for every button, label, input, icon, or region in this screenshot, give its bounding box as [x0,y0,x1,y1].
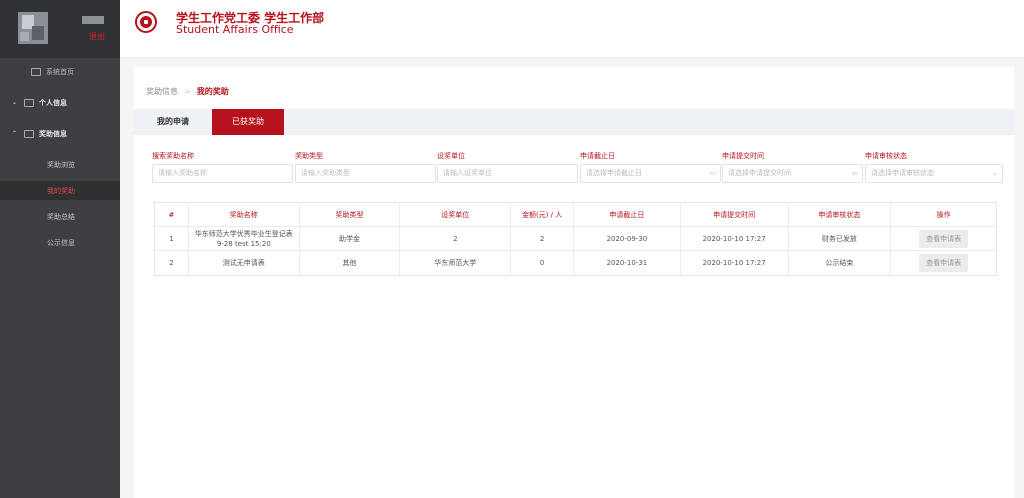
input-placeholder: 请选择申请审核状态 [871,169,934,177]
breadcrumb-current: 我的奖助 [196,87,229,96]
breadcrumb-separator: > [184,87,191,96]
review-status: 公示结束 [789,251,892,275]
award-unit: 华东师范大学 [400,251,512,275]
sidebar-item-award[interactable]: ⌃ 奖助信息 [0,124,120,143]
header-subtitle: Student Affairs Office [176,23,294,36]
deadline: 2020-09-30 [574,227,681,250]
sidebar-item-label: 系统首页 [46,67,74,76]
sidebar-item-label: 个人信息 [39,98,67,107]
main-panel: 奖助信息 > 我的奖助 我的申请 已获奖助 搜索奖助名称 请输入奖助名称 奖助类型 … [134,67,1014,498]
user-name-blurred [82,16,104,24]
review-status-select[interactable]: 请选择申请审核状态 ⌄ [865,164,1003,183]
input-placeholder: 请输入设奖单位 [443,169,492,177]
university-emblem-icon [135,11,157,33]
award-type-input[interactable]: 请输入奖助类型 [295,164,436,183]
table-row: 2 测试无申请表 其他 华东师范大学 0 2020-10-31 2020-10-… [155,251,996,275]
input-placeholder: 请选择申请截止日 [586,169,642,177]
filter-deadline: 申请截止日 请选择申请截止日 ▭ [580,151,721,183]
sidebar: 退出 系统首页 ⌄ 个人信息 ⌃ 奖助信息 奖助浏览 我的奖助 奖助总结 公示信… [0,0,120,498]
input-placeholder: 请输入奖助名称 [158,169,207,177]
column-header: 奖助名称 [189,203,300,226]
column-header: 申请截止日 [574,203,681,226]
filter-award-name: 搜索奖助名称 请输入奖助名称 [152,151,293,183]
review-status: 财务已发放 [789,227,892,250]
deadline-date-picker[interactable]: 请选择申请截止日 ▭ [580,164,721,183]
column-header: 设奖单位 [400,203,512,226]
sidebar-subitem-browse[interactable]: 奖助浏览 [0,155,120,174]
chevron-up-icon: ⌃ [12,130,18,137]
award-type: 其他 [300,251,401,275]
submit-time: 2020-10-10 17:27 [681,227,789,250]
logout-link[interactable]: 退出 [89,31,105,42]
row-number: 1 [155,227,189,250]
breadcrumb: 奖助信息 > 我的奖助 [146,86,229,97]
sidebar-subitem-my-award[interactable]: 我的奖助 [0,181,120,200]
view-application-button[interactable]: 查看申请表 [919,229,969,248]
table-row: 1 华东师范大学优秀毕业生登记表 9-28 test 15:20 助学金 2 2… [155,227,996,251]
input-placeholder: 请选择申请提交时间 [728,169,791,177]
trophy-icon [24,129,34,138]
header: 学生工作党工委 学生工作部 Student Affairs Office [120,0,1024,58]
column-header: 金额(元) / 人 [511,203,575,226]
submit-time: 2020-10-10 17:27 [681,251,789,275]
deadline: 2020-10-31 [574,251,681,275]
filter-review-status: 申请审核状态 请选择申请审核状态 ⌄ [865,151,1003,183]
tab-bar: 我的申请 已获奖助 [134,109,1014,135]
filter-label: 申请审核状态 [865,152,907,160]
award-name: 测试无申请表 [189,251,300,275]
award-amount: 2 [511,227,575,250]
table-header-row: # 奖助名称 奖助类型 设奖单位 金额(元) / 人 申请截止日 申请提交时间 … [155,203,996,227]
sidebar-nav: 系统首页 ⌄ 个人信息 ⌃ 奖助信息 奖助浏览 我的奖助 奖助总结 公示信息 [0,62,120,259]
action-cell: 查看申请表 [891,227,996,250]
chevron-down-icon: ⌄ [12,99,18,106]
filter-label: 申请提交时间 [722,152,764,160]
filter-submit-time: 申请提交时间 请选择申请提交时间 ▭ [722,151,863,183]
award-unit-input[interactable]: 请输入设奖单位 [437,164,578,183]
award-table: # 奖助名称 奖助类型 设奖单位 金额(元) / 人 申请截止日 申请提交时间 … [154,202,997,276]
sidebar-subitem-publicity[interactable]: 公示信息 [0,233,120,252]
calendar-icon: ▭ [709,169,716,177]
filter-award-unit: 设奖单位 请输入设奖单位 [437,151,578,183]
filter-label: 奖助类型 [295,152,323,160]
sidebar-item-home[interactable]: 系统首页 [0,62,120,81]
row-number: 2 [155,251,189,275]
list-icon [24,98,34,107]
tab-my-applications[interactable]: 我的申请 [134,109,212,135]
column-header: 申请提交时间 [681,203,789,226]
award-name-input[interactable]: 请输入奖助名称 [152,164,293,183]
filter-award-type: 奖助类型 请输入奖助类型 [295,151,436,183]
column-header: 奖助类型 [300,203,401,226]
tab-awarded[interactable]: 已获奖助 [212,109,284,135]
sidebar-subitem-summary[interactable]: 奖助总结 [0,207,120,226]
avatar[interactable] [18,12,48,44]
filter-label: 设奖单位 [437,152,465,160]
sidebar-item-personal[interactable]: ⌄ 个人信息 [0,93,120,112]
submit-time-date-picker[interactable]: 请选择申请提交时间 ▭ [722,164,863,183]
sidebar-item-label: 奖助信息 [39,129,67,138]
award-unit: 2 [400,227,512,250]
view-application-button[interactable]: 查看申请表 [919,254,969,272]
filter-label: 申请截止日 [580,152,615,160]
chevron-down-icon: ⌄ [992,169,998,177]
column-header: 申请审核状态 [789,203,892,226]
column-header: 操作 [936,210,951,219]
award-name: 华东师范大学优秀毕业生登记表 9-28 test 15:20 [189,227,300,250]
breadcrumb-parent[interactable]: 奖助信息 [146,87,178,96]
user-panel: 退出 [0,0,120,58]
home-icon [31,67,41,76]
column-header: # [155,203,189,226]
calendar-icon: ▭ [851,169,858,177]
input-placeholder: 请输入奖助类型 [301,169,350,177]
award-amount: 0 [511,251,575,275]
filter-label: 搜索奖助名称 [152,152,194,160]
action-cell: 查看申请表 [891,251,996,275]
award-type: 助学金 [300,227,401,250]
